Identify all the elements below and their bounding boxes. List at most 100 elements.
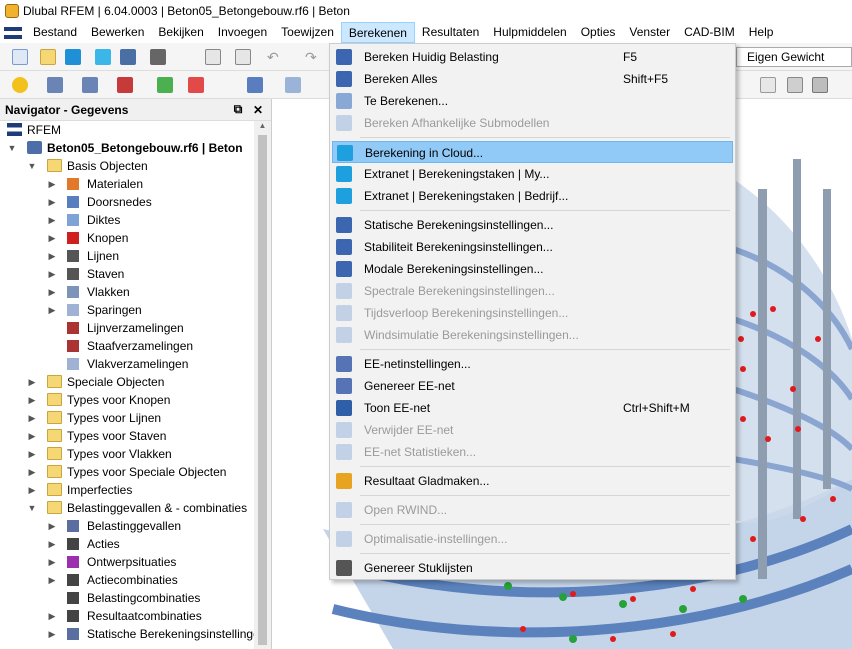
rwind-toolbar-icon[interactable] [65, 49, 81, 65]
tree-item[interactable]: ▶ Belastinggevallen [0, 517, 254, 535]
menu-resultaten[interactable]: Resultaten [415, 22, 486, 43]
menu-bekijken[interactable]: Bekijken [151, 22, 210, 43]
report-print-icon[interactable] [235, 49, 251, 65]
menu-item-resultaat-gladmaken[interactable]: Resultaat Gladmaken... [332, 470, 733, 492]
tree-item[interactable]: ▶ Diktes [0, 211, 254, 229]
menu-item-extranet-berekeningstaken-my[interactable]: Extranet | Berekeningstaken | My... [332, 163, 733, 185]
result-graph-icon[interactable] [760, 77, 776, 93]
open-icon[interactable] [40, 49, 56, 65]
tree-item[interactable]: ▶ Types voor Knopen [0, 391, 254, 409]
expand-icon[interactable]: ▶ [47, 301, 57, 319]
select-line-icon[interactable] [47, 77, 63, 93]
tree-item[interactable]: ▼ Belastinggevallen & - combinaties [0, 499, 254, 517]
expand-icon[interactable]: ▶ [47, 265, 57, 283]
menu-item-statische-berekeningsinstellingen[interactable]: Statische Berekeningsinstellingen... [332, 214, 733, 236]
close-icon[interactable]: ✕ [251, 103, 265, 117]
menu-item-genereer-ee-net[interactable]: Genereer EE-net [332, 375, 733, 397]
expand-icon[interactable]: ▶ [47, 625, 57, 643]
tree-item[interactable]: ▶ Types voor Speciale Objecten [0, 463, 254, 481]
menu-item-genereer-stuklijsten[interactable]: Genereer Stuklijsten [332, 557, 733, 579]
menu-invoegen[interactable]: Invoegen [211, 22, 274, 43]
surface-tool-icon[interactable] [247, 77, 263, 93]
view-tool-icon[interactable] [285, 77, 301, 93]
select-node-icon[interactable] [12, 77, 28, 93]
load-case-combo[interactable]: Eigen Gewicht [736, 47, 852, 67]
menu-item-te-berekenen[interactable]: Te Berekenen... [332, 90, 733, 112]
menu-berekenen[interactable]: Berekenen [340, 22, 415, 43]
scrollbar-thumb[interactable] [258, 135, 267, 645]
menu-item-toon-ee-net[interactable]: Toon EE-net Ctrl+Shift+M [332, 397, 733, 419]
expand-icon[interactable]: ▶ [27, 427, 37, 445]
expand-icon[interactable]: ▶ [47, 517, 57, 535]
tree-item[interactable]: ▶ Resultaatcombinaties [0, 607, 254, 625]
collapse-icon[interactable]: ▼ [27, 499, 37, 517]
expand-icon[interactable]: ▶ [27, 481, 37, 499]
tree-item[interactable]: ▶ Knopen [0, 229, 254, 247]
tree-item[interactable]: Lijnverzamelingen [0, 319, 254, 337]
expand-icon[interactable]: ▶ [47, 553, 57, 571]
tree-item[interactable]: ▶ Actiecombinaties [0, 571, 254, 589]
menu-item-bereken-huidig-belasting[interactable]: Bereken Huidig Belasting F5 [332, 46, 733, 68]
expand-icon[interactable]: ▶ [27, 445, 37, 463]
expand-icon[interactable]: ▶ [47, 211, 57, 229]
report-icon[interactable] [205, 49, 221, 65]
support-icon[interactable] [157, 77, 173, 93]
select-member-icon[interactable] [82, 77, 98, 93]
tree-item[interactable]: ▶ Materialen [0, 175, 254, 193]
expand-icon[interactable]: ▶ [47, 193, 57, 211]
expand-icon[interactable]: ▶ [47, 247, 57, 265]
tree-item[interactable]: Vlakverzamelingen [0, 355, 254, 373]
dlubal-menu-icon[interactable] [4, 26, 22, 39]
collapse-icon[interactable]: ▼ [27, 157, 37, 175]
menu-hulpmiddelen[interactable]: Hulpmiddelen [486, 22, 573, 43]
menu-help[interactable]: Help [742, 22, 781, 43]
tree-item[interactable]: ▶ Types voor Vlakken [0, 445, 254, 463]
pin-icon[interactable]: ⧉ [231, 102, 245, 117]
expand-icon[interactable]: ▶ [27, 373, 37, 391]
expand-icon[interactable]: ▶ [47, 535, 57, 553]
tree-item[interactable]: ▶ Sparingen [0, 301, 254, 319]
load-icon[interactable] [188, 77, 204, 93]
print-icon[interactable] [150, 49, 166, 65]
menu-toewijzen[interactable]: Toewijzen [274, 22, 341, 43]
menu-item-ee-netinstellingen[interactable]: EE-netinstellingen... [332, 353, 733, 375]
tree-root-rfem[interactable]: RFEM [0, 121, 254, 139]
menu-item-modale-berekeningsinstellingen[interactable]: Modale Berekeningsinstellingen... [332, 258, 733, 280]
new-model-icon[interactable] [12, 49, 28, 65]
select-polyline-icon[interactable] [117, 77, 133, 93]
view-3d-icon[interactable] [787, 77, 803, 93]
scroll-up-icon[interactable]: ▲ [254, 121, 271, 135]
tree-item[interactable]: ▶ Staven [0, 265, 254, 283]
tree-model[interactable]: ▼ Beton05_Betongebouw.rf6 | Beton [0, 139, 254, 157]
tree-item[interactable]: ▶ Acties [0, 535, 254, 553]
tree-item[interactable]: ▶ Statische Berekeningsinstellingen [0, 625, 254, 643]
menu-bewerken[interactable]: Bewerken [84, 22, 151, 43]
tree-item[interactable]: ▶ Types voor Lijnen [0, 409, 254, 427]
menu-opties[interactable]: Opties [574, 22, 623, 43]
redo-icon[interactable]: ↷ [305, 49, 321, 65]
expand-icon[interactable]: ▶ [47, 283, 57, 301]
menu-bestand[interactable]: Bestand [26, 22, 84, 43]
tree-item[interactable]: ▶ Doorsnedes [0, 193, 254, 211]
menu-item-extranet-berekeningstaken-bedrijf[interactable]: Extranet | Berekeningstaken | Bedrijf... [332, 185, 733, 207]
navigator-scrollbar[interactable]: ▲ [254, 121, 271, 649]
expand-icon[interactable]: ▶ [47, 175, 57, 193]
tree-item[interactable]: ▶ Ontwerpsituaties [0, 553, 254, 571]
expand-icon[interactable]: ▶ [27, 391, 37, 409]
expand-icon[interactable]: ▶ [47, 571, 57, 589]
save-icon[interactable] [120, 49, 136, 65]
tree-item[interactable]: Staafverzamelingen [0, 337, 254, 355]
menu-item-berekening-in-cloud[interactable]: Berekening in Cloud... [332, 141, 733, 163]
expand-icon[interactable]: ▼ [7, 139, 17, 157]
tree-item[interactable]: ▶ Speciale Objecten [0, 373, 254, 391]
webservice-icon[interactable] [95, 49, 111, 65]
tree-item[interactable]: ▶ Lijnen [0, 247, 254, 265]
expand-icon[interactable]: ▶ [47, 229, 57, 247]
expand-icon[interactable]: ▶ [27, 463, 37, 481]
tree-item[interactable]: ▶ Vlakken [0, 283, 254, 301]
menu-item-stabiliteit-berekeningsinstellingen[interactable]: Stabiliteit Berekeningsinstellingen... [332, 236, 733, 258]
cube-view-icon[interactable] [812, 77, 828, 93]
tree-item[interactable]: Belastingcombinaties [0, 589, 254, 607]
expand-icon[interactable]: ▶ [47, 607, 57, 625]
expand-icon[interactable]: ▶ [27, 409, 37, 427]
